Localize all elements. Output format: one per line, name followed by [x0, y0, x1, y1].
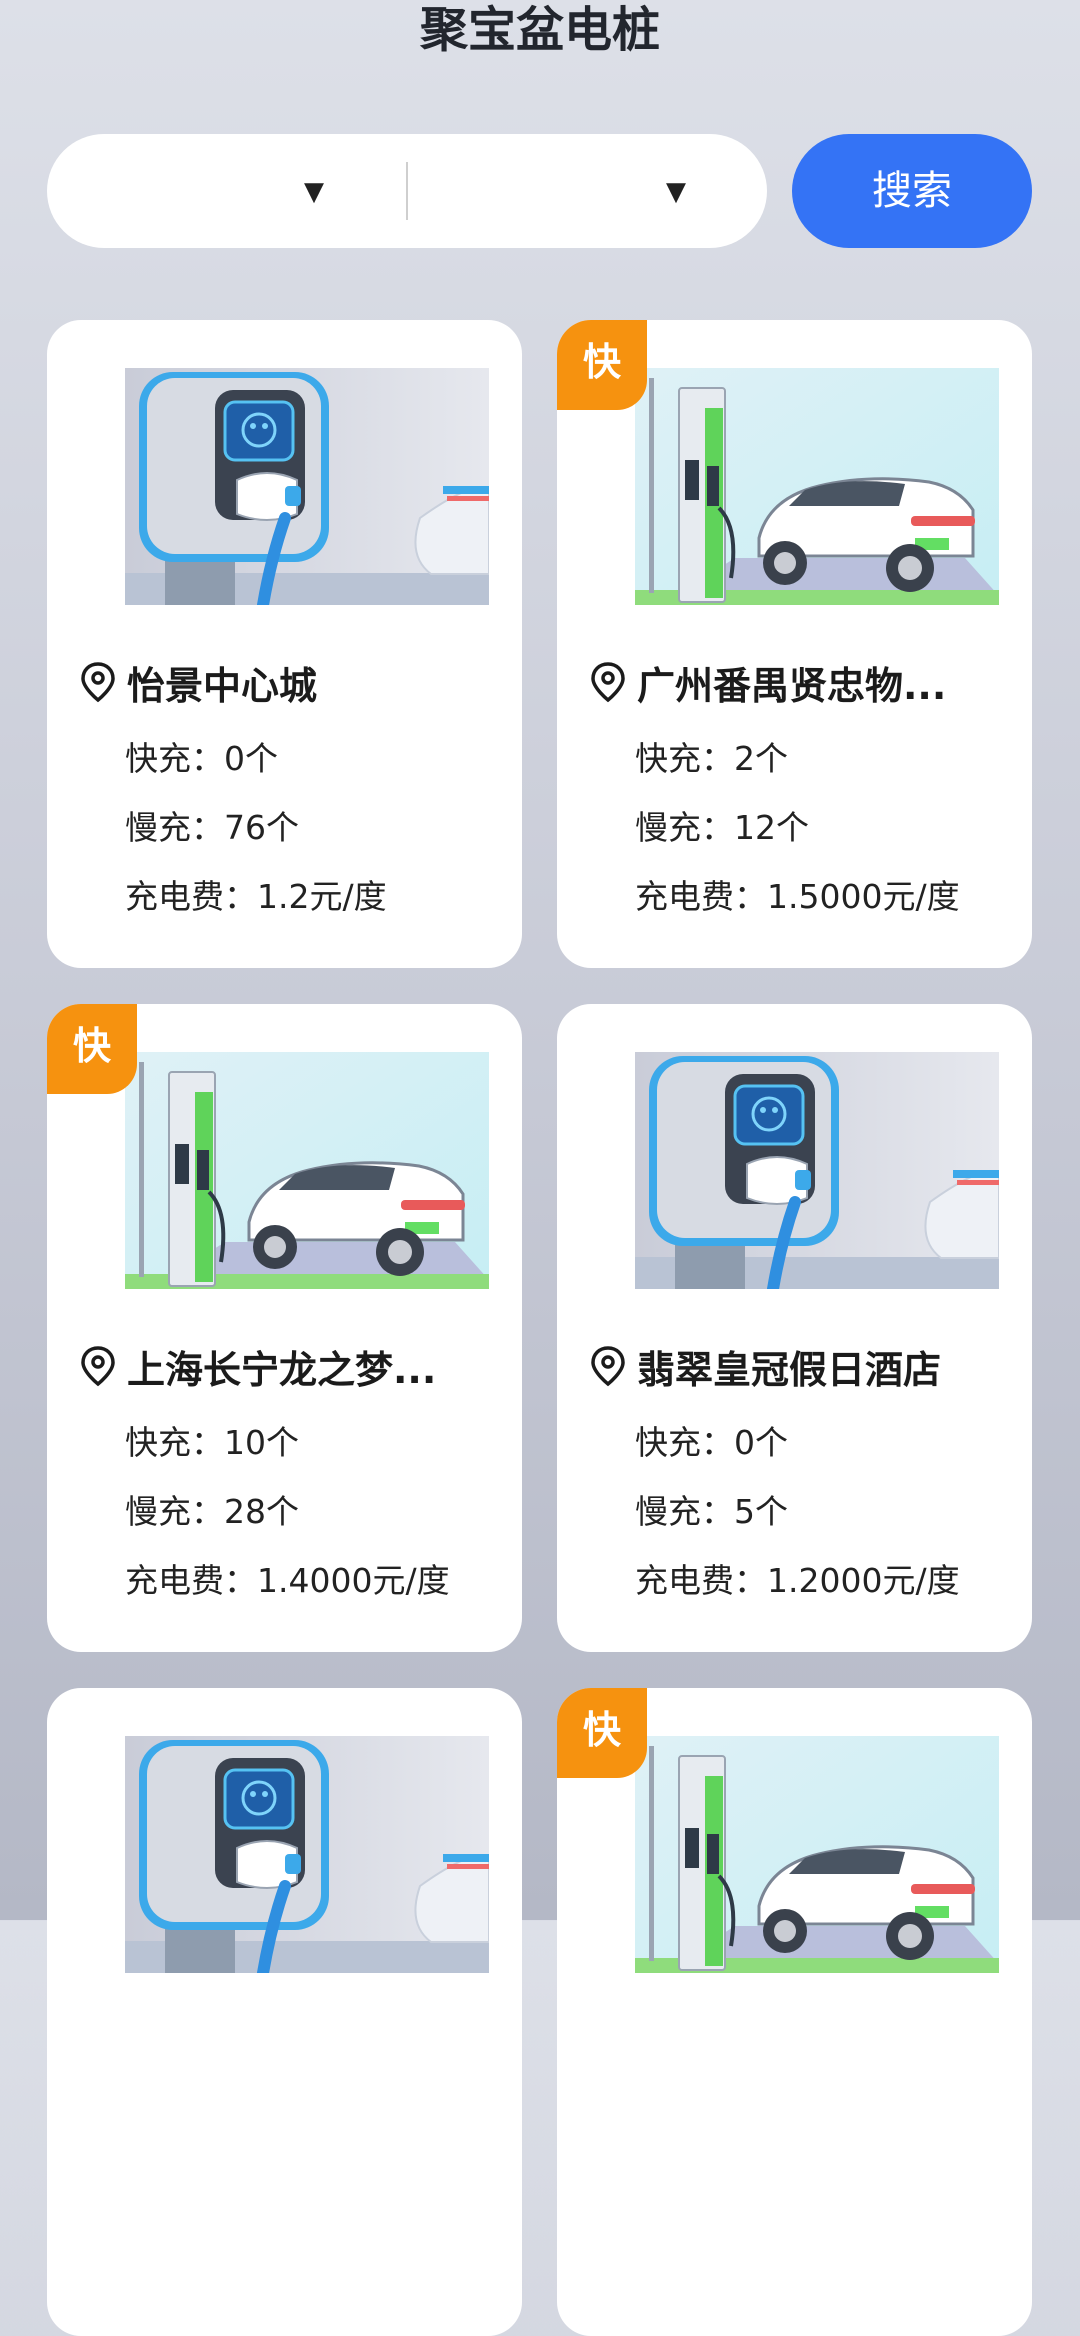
fast-charge-count: 快充：2个 [635, 739, 788, 778]
search-bar: ▼ ▼ 搜索 [47, 134, 1032, 248]
charging-fee: 充电费：1.4000元/度 [125, 1561, 450, 1600]
station-card[interactable]: 翡翠皇冠假日酒店 快充：0个 慢充：5个 充电费：1.2000元/度 [557, 1004, 1032, 1652]
station-name: 翡翠皇冠假日酒店 [637, 1347, 942, 1392]
charging-fee: 充电费：1.2元/度 [125, 877, 387, 916]
fast-badge: 快 [47, 1004, 137, 1094]
station-card[interactable]: 怡景中心城 快充：0个 慢充：76个 充电费：1.2元/度 [47, 320, 522, 968]
station-name: 上海长宁龙之梦... [127, 1347, 437, 1392]
pillar-charger-car-image [635, 368, 999, 605]
station-card[interactable]: 快 [557, 1688, 1032, 2336]
charging-fee: 充电费：1.5000元/度 [635, 877, 960, 916]
filter-selects: ▼ ▼ [47, 134, 767, 248]
search-button[interactable]: 搜索 [792, 134, 1032, 248]
region-select[interactable]: ▼ [47, 134, 347, 248]
station-card[interactable]: 快 广州番禺贤忠物... 快充：2个 慢充：12个 充电费：1.5000元/度 [557, 320, 1032, 968]
station-card[interactable] [47, 1688, 522, 2336]
location-pin-icon [79, 1345, 117, 1387]
slow-charge-count: 慢充：12个 [635, 808, 809, 847]
slow-charge-count: 慢充：28个 [125, 1492, 299, 1531]
pillar-charger-car-image [635, 1736, 999, 1973]
location-pin-icon [589, 661, 627, 703]
pillar-charger-car-image [125, 1052, 489, 1289]
station-name: 怡景中心城 [127, 663, 318, 708]
location-pin-icon [79, 661, 117, 703]
station-name: 广州番禺贤忠物... [637, 663, 947, 708]
slow-charge-count: 慢充：76个 [125, 808, 299, 847]
wall-charger-image [125, 1736, 489, 1973]
fast-charge-count: 快充：0个 [125, 739, 278, 778]
charging-fee: 充电费：1.2000元/度 [635, 1561, 960, 1600]
fast-charge-count: 快充：10个 [125, 1423, 299, 1462]
wall-charger-image [635, 1052, 999, 1289]
caret-down-icon: ▼ [666, 177, 686, 207]
slow-charge-count: 慢充：5个 [635, 1492, 788, 1531]
page-title: 聚宝盆电桩 [419, 2, 660, 58]
location-pin-icon [589, 1345, 627, 1387]
caret-down-icon: ▼ [304, 177, 324, 207]
wall-charger-image [125, 368, 489, 605]
type-select[interactable]: ▼ [407, 134, 707, 248]
fast-badge: 快 [557, 1688, 647, 1778]
station-card[interactable]: 快 上海长宁龙之梦... 快充：10个 慢充：28个 充电费：1.4000元/度 [47, 1004, 522, 1652]
fast-badge: 快 [557, 320, 647, 410]
fast-charge-count: 快充：0个 [635, 1423, 788, 1462]
